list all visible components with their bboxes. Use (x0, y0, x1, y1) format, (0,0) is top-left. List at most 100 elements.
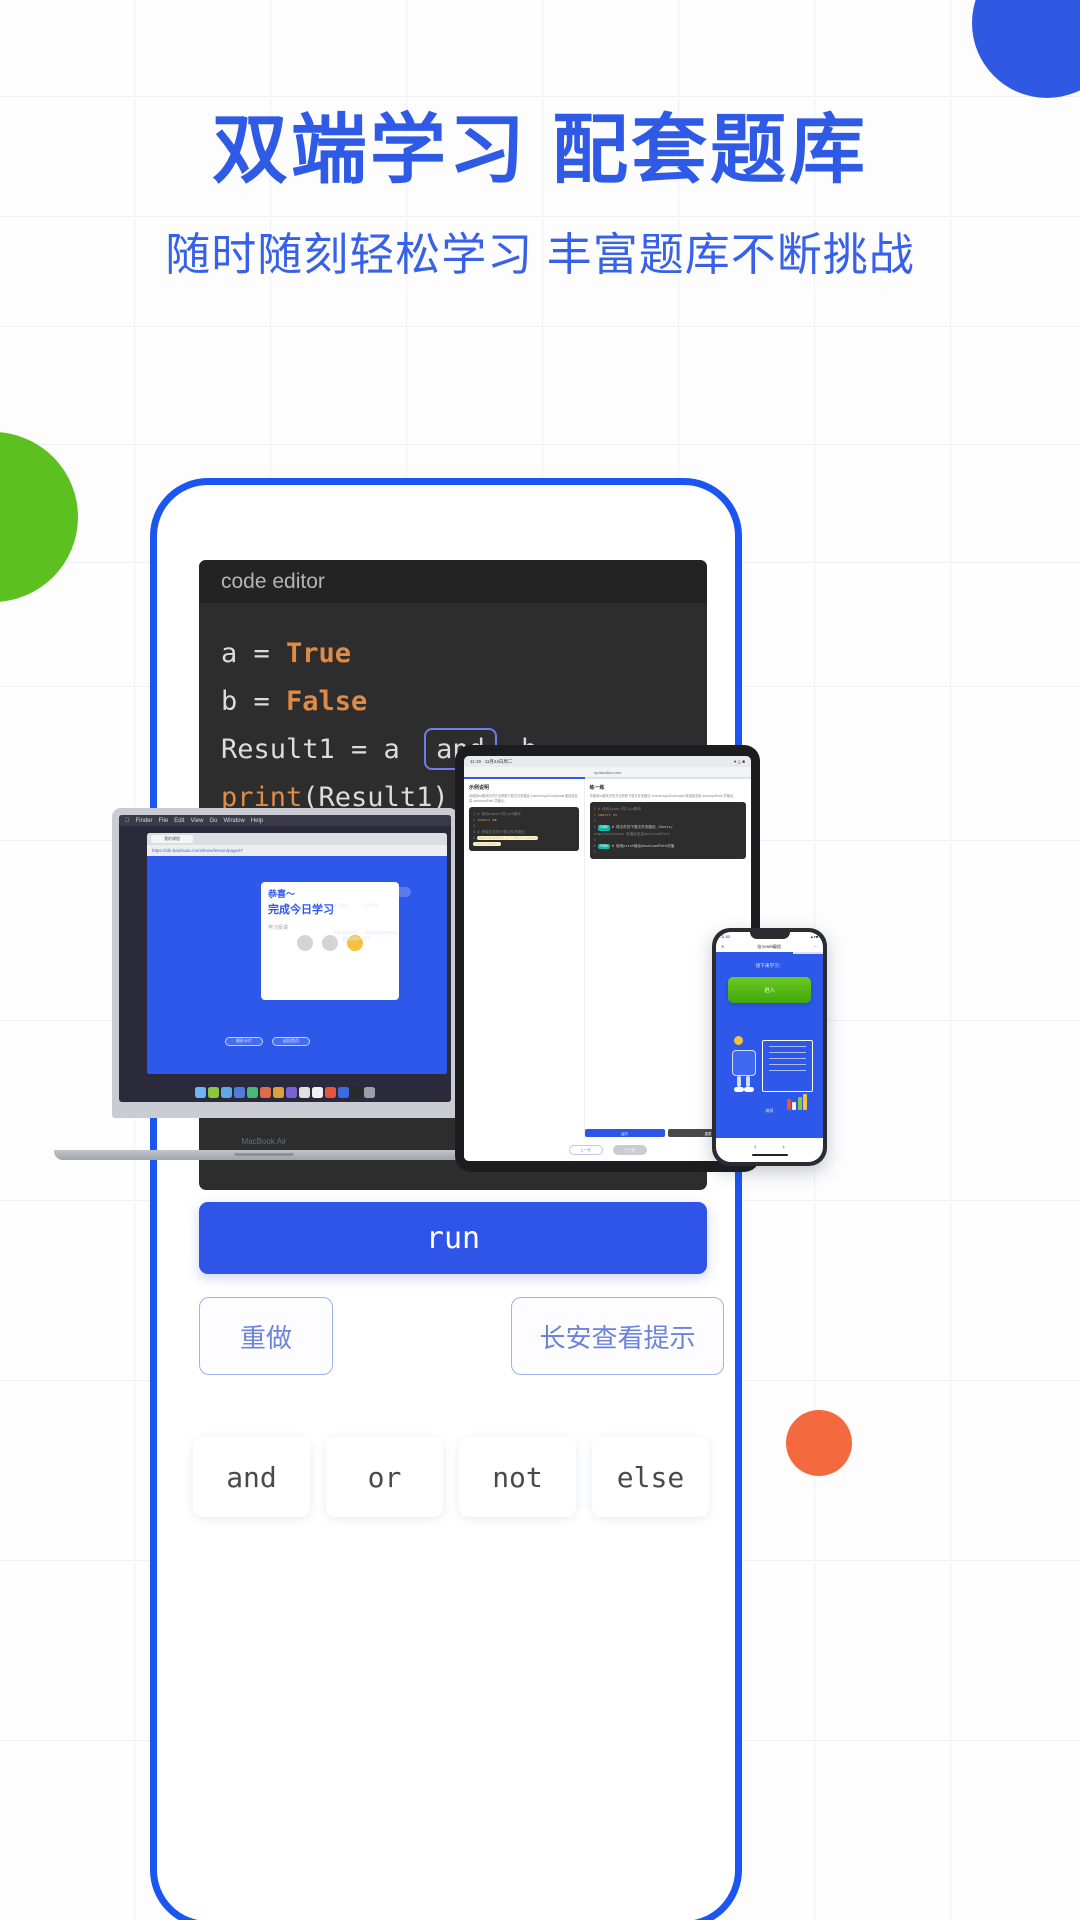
stat-value-duration: 1 天 (333, 910, 350, 921)
ipad-footer: 上一页 下一页 (464, 1139, 751, 1161)
robot-mascot-icon (732, 1049, 756, 1076)
code-token-literal: True (286, 637, 352, 669)
dock-icon-finder[interactable] (195, 1086, 206, 1098)
iphone-navbar: ✕ 倍телей编程 ⋯ (716, 941, 823, 952)
browser-tabbar: 我的课程 (147, 833, 447, 845)
ipad-run-button[interactable]: 运行 (584, 1129, 665, 1137)
ipad-statusbar: 11:19 11月24日周二 ▾ △ ■ (464, 756, 751, 767)
code-text: # 使用print输出downloadPath的值 (611, 843, 675, 848)
keyword-chip[interactable]: and (193, 1437, 310, 1517)
dock-icon-photos[interactable] (286, 1086, 297, 1098)
macbook-base (54, 1150, 474, 1160)
ipad-status-left: 11:19 11月24日周二 (470, 759, 512, 765)
decor-circle-green (0, 432, 78, 602)
hint-button[interactable]: 长安查看提示 (511, 1297, 724, 1375)
redo-button[interactable]: 重做 (199, 1297, 333, 1375)
whiteboard-icon (762, 1039, 813, 1092)
home-indicator (751, 1154, 788, 1156)
apple-icon:  (125, 818, 130, 824)
todo-badge: TODO (597, 843, 610, 850)
iphone-body: 接下来学习： 进入 继续 (716, 953, 823, 1138)
dock-icon-notes[interactable] (273, 1086, 284, 1098)
chevron-left-icon[interactable]: ‹ (754, 1144, 756, 1151)
iphone-pager: ‹ › (754, 1144, 785, 1151)
ipad-right-code[interactable]: 1 # 使用import导入os模块 2 import os 3 4 TODO # … (589, 801, 746, 860)
keyword-chip[interactable]: or (326, 1437, 443, 1517)
iphone-nav-title: 倍телей编程 (757, 943, 782, 949)
more-icon[interactable]: ⋯ (814, 944, 818, 949)
close-icon[interactable]: ✕ (721, 944, 725, 949)
iphone-primary-button[interactable]: 进入 (727, 976, 812, 1003)
task-pill (333, 886, 411, 897)
ipad-date: 11月24日周二 (484, 758, 513, 764)
quote-line-2: —— 真挚倾赠人 王天 (333, 935, 372, 941)
dock-icon-pages[interactable] (312, 1086, 323, 1098)
ipad-next-button[interactable]: 下一页 (612, 1145, 647, 1155)
study-stats: 学习时长 1 天 已写代码 70 行 所求须通有恒心，勿因近账越来越心， —— … (333, 886, 411, 942)
ipad-right-desc: 请使用os模块中的方法获取下载文件夹路径 /Users/xxqu/Downloa… (589, 794, 737, 798)
menu-finder[interactable]: Finder (136, 818, 153, 824)
menu-file[interactable]: File (159, 818, 169, 824)
share-card-button[interactable]: 图形卡片 (225, 1036, 263, 1046)
iphone-subtitle: 接下来学习： (755, 962, 784, 968)
chevron-right-icon[interactable]: › (783, 1144, 785, 1151)
menu-help[interactable]: Help (251, 818, 263, 824)
ipad-right-heading: 练一练 (589, 785, 605, 791)
code-text: import os (597, 812, 618, 817)
menu-view[interactable]: View (191, 818, 204, 824)
iphone-notch (749, 932, 790, 939)
line-number: 3 (593, 819, 596, 824)
code-text: # 使用import导入os模块 (597, 806, 642, 811)
todo-badge: TODO (597, 825, 610, 831)
line-number: 7 (593, 850, 596, 855)
iphone-mockup: 11:53 ▲●■ ✕ 倍телей编程 ⋯ 接下来学习： 进入 继续 ‹ › (712, 928, 827, 1166)
dock-icon-safari[interactable] (221, 1086, 232, 1098)
macbook-notch (234, 1153, 294, 1156)
page-headline: 双端学习 配套题库 (211, 108, 869, 193)
dock-icon-mail[interactable] (234, 1086, 245, 1098)
dock-icon-contacts[interactable] (247, 1086, 258, 1098)
macbook-menubar:  Finder File Edit View Go Window Help (119, 815, 451, 826)
decor-circle-blue (972, 0, 1080, 98)
code-token-plain: Result1 = a (221, 733, 417, 765)
robot-legs (734, 1075, 754, 1092)
macbook-screen:  Finder File Edit View Go Window Help 我… (119, 815, 451, 1102)
code-line[interactable]: a = True (221, 629, 685, 677)
dock-icon-settings[interactable] (364, 1086, 375, 1098)
stat-label-duration: 学习时长 (333, 902, 349, 908)
dock-icon-launchpad[interactable] (208, 1086, 219, 1098)
keyword-chip-row: and or not else (193, 1437, 709, 1517)
menu-window[interactable]: Window (223, 818, 244, 824)
keyword-chip[interactable]: not (459, 1437, 576, 1517)
dock-icon-calendar[interactable] (260, 1086, 271, 1098)
browser-urlbar[interactable]: https://ide.baichuan.com/show/lesson/pag… (147, 845, 447, 856)
back-home-button[interactable]: 返回首页 (272, 1036, 310, 1046)
code-token-literal: False (286, 685, 368, 717)
dock-icon-tv[interactable] (351, 1086, 362, 1098)
macbook-browser-window: 我的课程 https://ide.baichuan.com/show/lesso… (147, 833, 447, 1074)
ipad-status-icons: ▾ △ ■ (734, 758, 745, 764)
dock-icon-appstore[interactable] (338, 1086, 349, 1098)
iphone-screen: 11:53 ▲●■ ✕ 倍телей编程 ⋯ 接下来学习： 进入 继续 ‹ › (716, 932, 823, 1162)
promo-page: 双端学习 配套题库 随时随刻轻松学习 丰富题库不断挑战 code editor … (0, 0, 1080, 1920)
ipad-content: 示例说明 请使用os模块中的方法获取下载文件夹路径 /Users/xxqu/Do… (464, 779, 751, 1139)
ipad-left-heading: 示例说明 (469, 785, 490, 791)
browser-tab[interactable]: 我的课程 (151, 835, 193, 843)
dock-icon-keynote[interactable] (325, 1086, 336, 1098)
code-editor-titlebar: code editor (199, 560, 707, 603)
run-button[interactable]: run (199, 1202, 707, 1274)
sad-face-icon[interactable] (297, 935, 313, 952)
menu-edit[interactable]: Edit (174, 818, 184, 824)
ipad-prev-button[interactable]: 上一页 (568, 1145, 603, 1155)
menu-go[interactable]: Go (209, 818, 217, 824)
macbook-lid:  Finder File Edit View Go Window Help 我… (112, 808, 458, 1118)
code-line[interactable]: b = False (221, 677, 685, 725)
dock-icon-reminders[interactable] (299, 1086, 310, 1098)
ipad-code-line[interactable]: 7 (594, 849, 742, 855)
page-subheadline: 随时随刻轻松学习 丰富题库不断挑战 (165, 229, 915, 280)
ipad-url: ny.taicofan.com (593, 769, 622, 775)
code-text: # 将文件的下载文件夹路径 /Users/ (611, 825, 673, 830)
keyword-chip[interactable]: else (592, 1437, 709, 1517)
ipad-urlbar[interactable]: ny.taicofan.com (464, 767, 751, 777)
iphone-continue-label[interactable]: 继续 (716, 1108, 823, 1114)
